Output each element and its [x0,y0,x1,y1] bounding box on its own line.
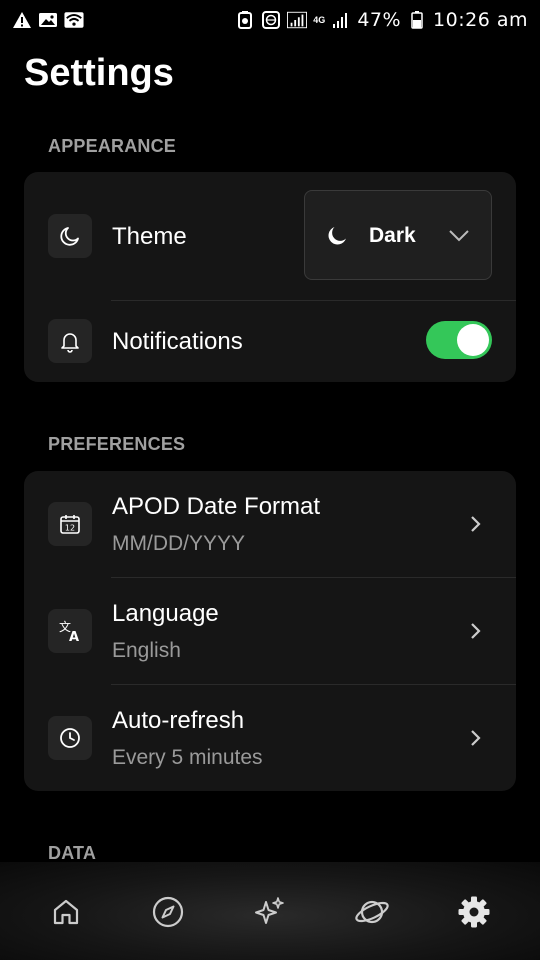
appearance-card: Theme Dark Notifications [24,172,516,382]
home-icon[interactable] [48,894,84,930]
list-item-title: APOD Date Format [112,493,321,520]
list-item-value: MM/DD/YYYY [112,532,246,555]
list-item-auto-refresh[interactable]: Auto-refresh Every 5 minutes [24,685,516,791]
wifi-icon [64,11,84,29]
list-item-date-format[interactable]: 12 APOD Date Format MM/DD/YYYY [24,471,516,577]
list-item-value: Every 5 minutes [112,746,263,769]
settings-gear-icon[interactable] [456,894,492,930]
section-label-appearance: APPEARANCE [48,136,177,156]
page-title: Settings [24,52,174,94]
globe-icon [261,11,281,29]
translate-icon: 文A [48,609,92,653]
compass-icon[interactable] [150,894,186,930]
list-item-value: English [112,639,181,662]
toggle-knob [457,324,489,356]
theme-select[interactable]: Dark [304,190,492,280]
moon-icon [48,214,92,258]
chevron-right-icon [466,728,486,748]
clock-icon [48,716,92,760]
battery-icon [407,11,427,29]
image-icon [38,11,58,29]
bell-icon [48,319,92,363]
sparkles-icon[interactable] [252,894,288,930]
warning-icon [12,11,32,29]
data-saver-icon [235,11,255,29]
notifications-label: Notifications [112,328,243,355]
section-label-preferences: PREFERENCES [48,434,186,454]
svg-text:12: 12 [65,524,75,533]
theme-value: Dark [369,224,416,247]
chevron-right-icon [466,621,486,641]
theme-row: Theme Dark [24,172,516,300]
signal-icon-secondary [331,11,351,29]
planet-icon[interactable] [354,894,390,930]
list-item-title: Auto-refresh [112,707,245,734]
moon-filled-icon [325,224,349,253]
chevron-right-icon [466,514,486,534]
list-item-title: Language [112,600,219,627]
svg-text:A: A [69,630,79,644]
signal-icon [287,11,308,29]
chevron-down-icon [447,225,471,250]
list-item-language[interactable]: 文A Language English [24,578,516,684]
notifications-toggle[interactable] [426,321,492,359]
battery-percent: 47% [357,9,402,31]
status-bar: 4G 47% 10:26 am [0,0,540,40]
bottom-nav [0,862,540,960]
calendar-icon: 12 [48,502,92,546]
clock-time: 10:26 am [433,9,528,31]
section-label-data: DATA [48,843,97,863]
theme-label: Theme [112,223,187,250]
preferences-card: 12 APOD Date Format MM/DD/YYYY 文A Langua… [24,471,516,791]
network-type: 4G [313,14,326,25]
